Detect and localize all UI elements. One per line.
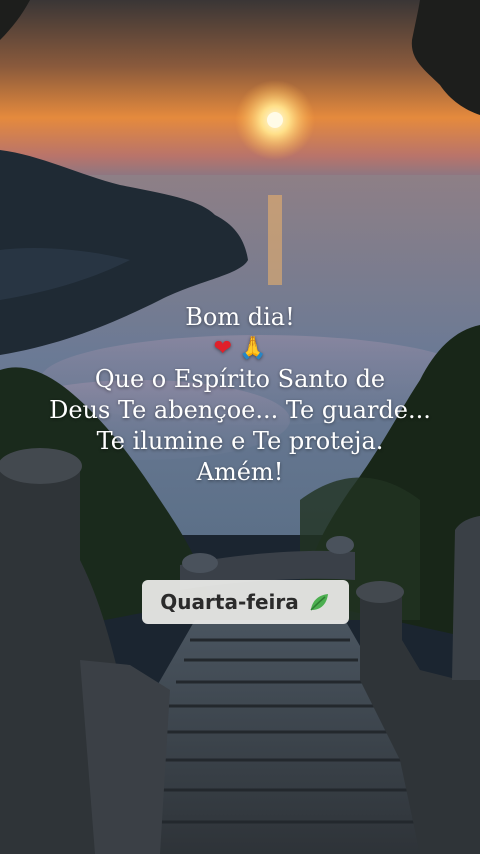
prayer-message: Bom dia! ❤ 🙏 Que o Espírito Santo de Deu…: [0, 302, 480, 488]
message-line: Deus Te abençoe... Te guarde...: [49, 396, 431, 424]
message-line: Amém!: [196, 458, 284, 486]
heart-icon: ❤: [213, 336, 233, 361]
message-line: Que o Espírito Santo de: [94, 365, 386, 393]
emoji-row: ❤ 🙏: [0, 333, 480, 364]
leaf-icon: [310, 594, 328, 611]
praying-hands-icon: 🙏: [239, 336, 267, 361]
weekday-label: Quarta-feira: [160, 590, 299, 614]
weekday-badge: Quarta-feira: [142, 580, 349, 624]
message-line: Te ilumine e Te proteja.: [96, 427, 384, 455]
greeting-text: Bom dia!: [185, 303, 295, 331]
